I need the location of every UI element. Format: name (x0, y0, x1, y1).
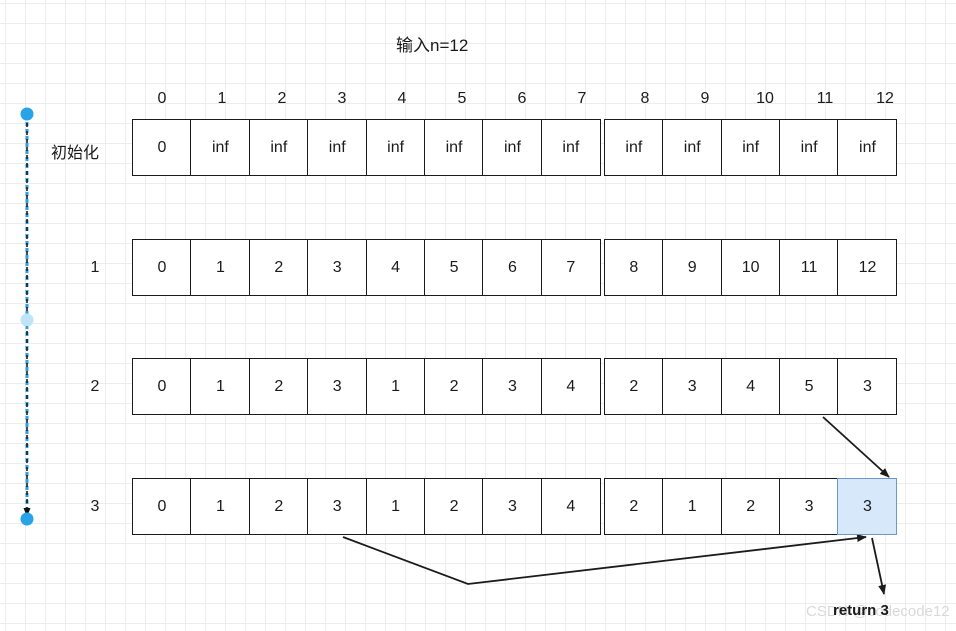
matrix-cell: 6 (482, 239, 543, 296)
column-index-2: 2 (277, 90, 287, 107)
column-index-3: 3 (337, 90, 347, 107)
matrix-cell: 2 (248, 239, 309, 296)
matrix-row: 0123123421233 (132, 478, 898, 535)
matrix-cell: 1 (190, 358, 251, 415)
matrix-cell: inf (720, 119, 781, 176)
column-index-8: 8 (640, 90, 650, 107)
matrix-cell: 4 (540, 358, 601, 415)
matrix-cell: 10 (720, 239, 781, 296)
matrix-cell: 3 (662, 358, 723, 415)
matrix-cell: 3 (482, 478, 543, 535)
diagram-title: 输入n=12 (396, 36, 469, 55)
column-index-5: 5 (457, 90, 467, 107)
matrix-cell: 7 (540, 239, 601, 296)
matrix-cell: inf (482, 119, 543, 176)
arrow-from-row3-col3-to-result (342, 534, 867, 585)
matrix-cell: 4 (540, 478, 601, 535)
matrix-cell: 5 (779, 358, 840, 415)
matrix-cell: 2 (720, 478, 781, 535)
matrix-cell: 12 (837, 239, 898, 296)
matrix-cell: 2 (424, 478, 485, 535)
matrix-cell: inf (365, 119, 426, 176)
row-label-3: 3 (90, 498, 100, 515)
matrix-cell: inf (837, 119, 898, 176)
row-label-2: 2 (90, 378, 100, 395)
matrix-cell: 3 (779, 478, 840, 535)
matrix-cell: 1 (365, 478, 426, 535)
matrix-row: 0 1 2 3 4 5 6 7 8 9 10 11 12 (132, 239, 898, 296)
matrix-cell: 1 (365, 358, 426, 415)
matrix-cell: inf (190, 119, 251, 176)
matrix-cell: 1 (190, 478, 251, 535)
matrix-cell: 2 (248, 358, 309, 415)
matrix-cell: inf (603, 119, 664, 176)
column-index-9: 9 (700, 90, 710, 107)
arrow-from-row2-to-result (822, 416, 890, 478)
matrix-cell: 0 (132, 239, 192, 296)
matrix-cell: 9 (662, 239, 723, 296)
arrow-to-return-label (871, 537, 887, 595)
matrix-cell: 8 (603, 239, 664, 296)
matrix-cell: 4 (720, 358, 781, 415)
matrix-cell: inf (662, 119, 723, 176)
column-index-4: 4 (397, 90, 407, 107)
selected-vertical-connector[interactable] (20, 107, 34, 526)
matrix-cell: 2 (603, 478, 664, 535)
matrix-cell: 3 (837, 358, 898, 415)
result-cell[interactable]: 3 (837, 478, 898, 535)
matrix-cell: 2 (424, 358, 485, 415)
column-index-12: 12 (876, 90, 894, 107)
row-label-1: 1 (90, 259, 100, 276)
column-index-11: 11 (816, 90, 834, 107)
matrix-cell: 3 (307, 358, 368, 415)
matrix-cell: inf (248, 119, 309, 176)
matrix-cell: 3 (307, 478, 368, 535)
matrix-cell: 3 (307, 239, 368, 296)
column-index-header: 0 1 2 3 4 5 6 7 8 9 10 11 12 (132, 90, 915, 108)
matrix-cell: 11 (779, 239, 840, 296)
matrix-row: 0123123423453 (132, 358, 898, 415)
matrix-cell: 5 (424, 239, 485, 296)
matrix-cell: inf (307, 119, 368, 176)
column-index-1: 1 (217, 90, 227, 107)
column-index-10: 10 (756, 90, 774, 107)
matrix-cell: inf (779, 119, 840, 176)
column-index-0: 0 (157, 90, 167, 107)
column-index-7: 7 (577, 90, 587, 107)
matrix-cell: 0 (132, 478, 192, 535)
matrix-row: 0 inf inf inf inf inf inf inf inf inf inf inf inf (132, 119, 898, 176)
matrix-cell: 0 (132, 119, 192, 176)
matrix-cell: 4 (365, 239, 426, 296)
matrix-cell: 3 (482, 358, 543, 415)
matrix-cell: 1 (190, 239, 251, 296)
matrix-cell: 0 (132, 358, 192, 415)
column-index-6: 6 (517, 90, 527, 107)
matrix-cell: 1 (662, 478, 723, 535)
matrix-cell: 2 (603, 358, 664, 415)
row-label-init: 初始化 (50, 145, 99, 162)
matrix-cell: 2 (248, 478, 309, 535)
return-annotation: return 3 (833, 602, 889, 619)
matrix-cell: inf (424, 119, 485, 176)
matrix-cell: inf (540, 119, 601, 176)
